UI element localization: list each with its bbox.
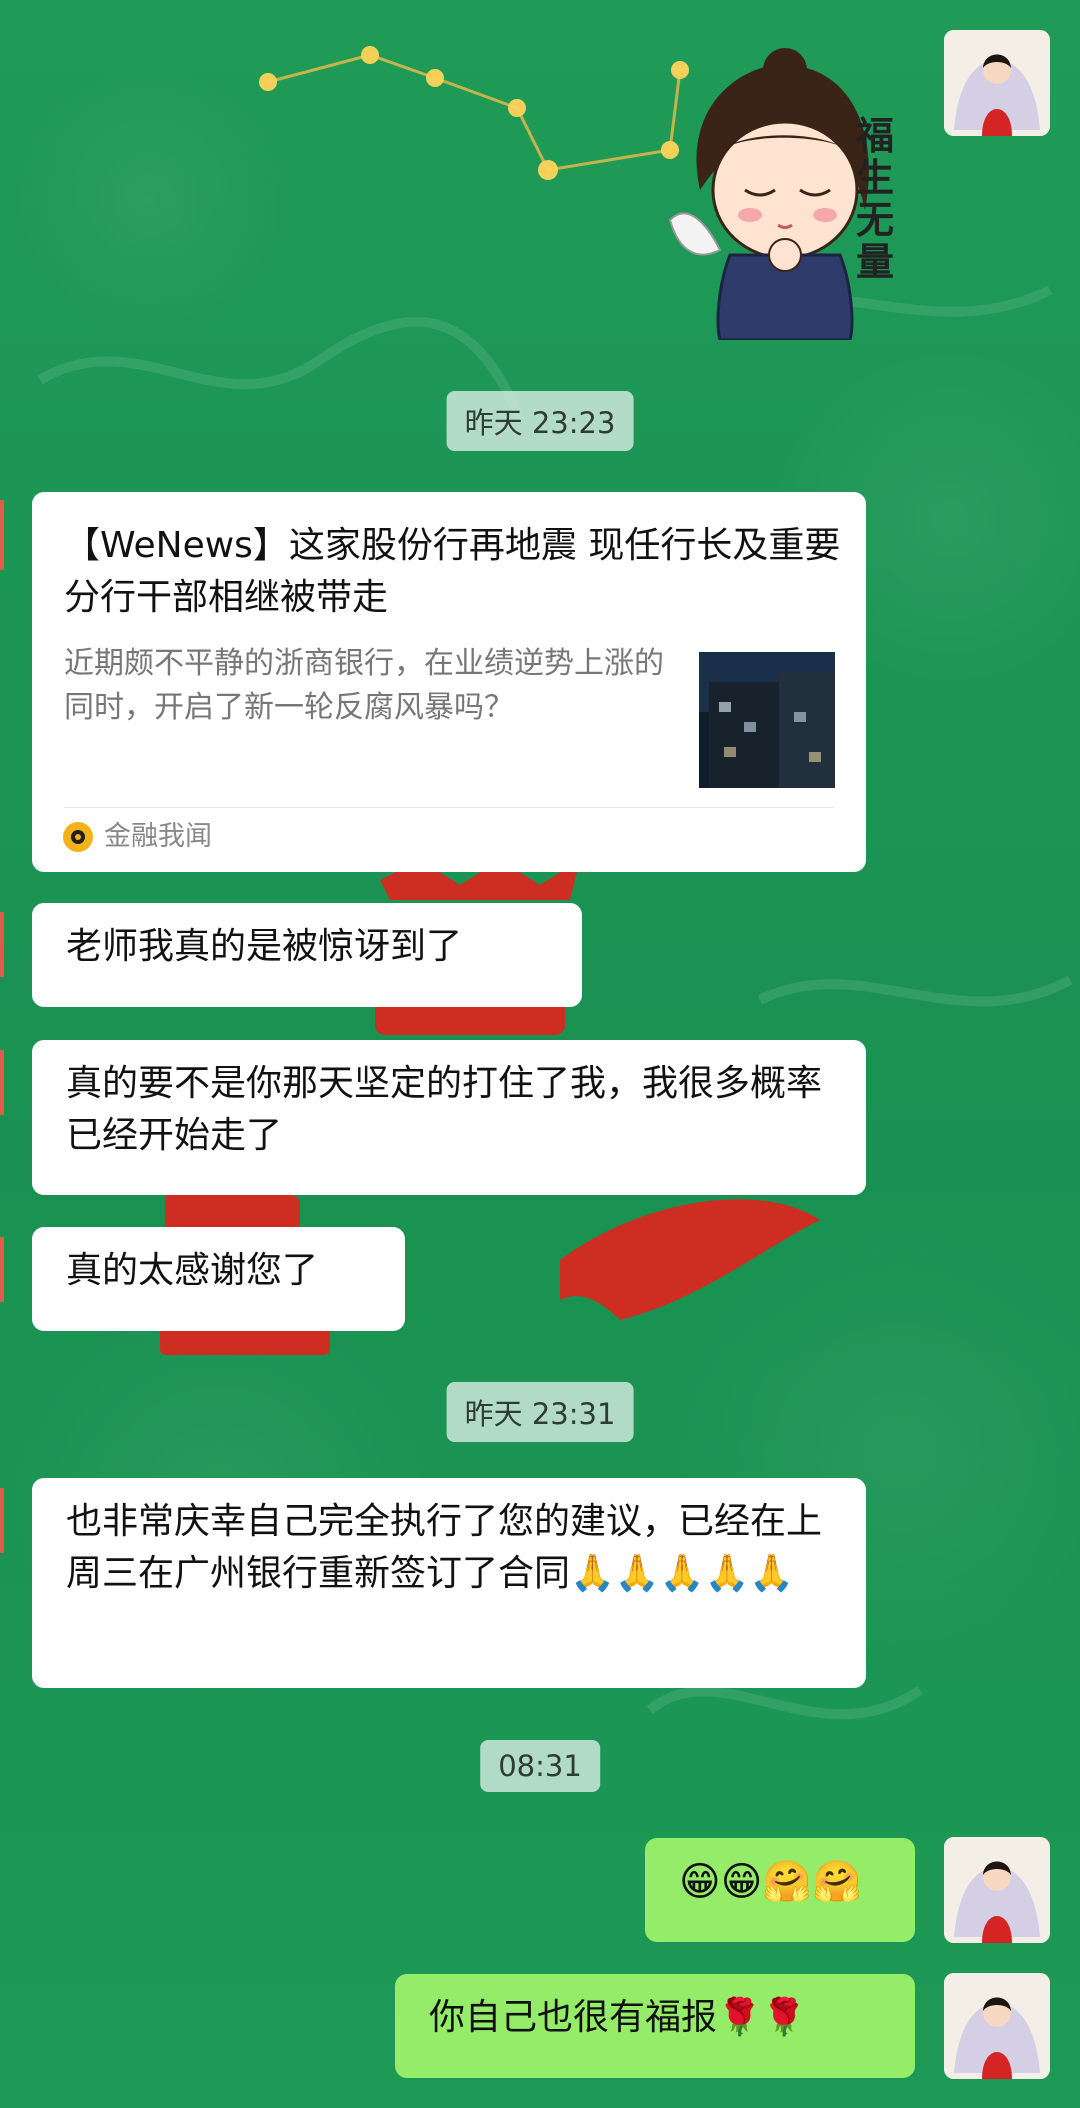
constellation-decoration bbox=[267, 53, 682, 172]
avatar-portrait-icon bbox=[944, 1973, 1050, 2079]
outgoing-message[interactable]: 😁😁🤗🤗 bbox=[645, 1838, 915, 1942]
incoming-message[interactable]: 也非常庆幸自己完全执行了您的建议，已经在上周三在广州银行重新签订了合同🙏🙏🙏🙏🙏 bbox=[32, 1478, 866, 1688]
message-text: 老师我真的是被惊讶到了 bbox=[66, 926, 463, 967]
sender-avatar-edge bbox=[0, 912, 4, 977]
article-source: 金融我闻 bbox=[104, 821, 212, 852]
sticker-caption: 福生无量 bbox=[856, 114, 895, 284]
avatar-portrait-icon bbox=[944, 1837, 1050, 1943]
message-text: 真的要不是你那天坚定的打住了我，我很多概率已经开始走了 bbox=[66, 1063, 823, 1156]
article-description: 近期颇不平静的浙商银行，在业绩逆势上涨的同时，开启了新一轮反腐风暴吗？ bbox=[64, 646, 664, 725]
article-thumbnail bbox=[699, 652, 835, 788]
article-card[interactable]: 【WeNews】这家股份行再地震 现任行长及重要分行干部相继被带走 近期颇不平静… bbox=[32, 492, 866, 872]
source-logo-icon bbox=[63, 822, 93, 852]
outgoing-message[interactable]: 你自己也很有福报🌹🌹 bbox=[395, 1974, 915, 2078]
message-text: 也非常庆幸自己完全执行了您的建议，已经在上周三在广州银行重新签订了合同🙏🙏🙏🙏🙏 bbox=[66, 1501, 823, 1594]
incoming-message[interactable]: 真的要不是你那天坚定的打住了我，我很多概率已经开始走了 bbox=[32, 1040, 866, 1195]
timestamp: 08:31 bbox=[480, 1740, 600, 1792]
incoming-message[interactable]: 真的太感谢您了 bbox=[32, 1227, 405, 1331]
my-avatar[interactable] bbox=[944, 1837, 1050, 1943]
sender-avatar-edge bbox=[0, 500, 4, 570]
sender-avatar-edge bbox=[0, 1050, 4, 1115]
divider bbox=[64, 807, 834, 808]
sender-avatar-edge bbox=[0, 1237, 4, 1302]
sticker-message[interactable]: 福生无量 bbox=[660, 40, 910, 342]
incoming-message[interactable]: 老师我真的是被惊讶到了 bbox=[32, 903, 582, 1007]
article-title: 【WeNews】这家股份行再地震 现任行长及重要分行干部相继被带走 bbox=[64, 525, 841, 618]
avatar-portrait-icon bbox=[944, 30, 1050, 136]
message-text: 你自己也很有福报🌹🌹 bbox=[429, 1997, 807, 2038]
timestamp: 昨天 23:23 bbox=[446, 391, 634, 451]
building-thumbnail-icon bbox=[699, 652, 835, 788]
timestamp: 昨天 23:31 bbox=[446, 1382, 634, 1442]
my-avatar[interactable] bbox=[944, 30, 1050, 136]
message-text: 😁😁🤗🤗 bbox=[679, 1859, 863, 1905]
message-text: 真的太感谢您了 bbox=[66, 1250, 319, 1291]
sender-avatar-edge bbox=[0, 1488, 4, 1553]
my-avatar[interactable] bbox=[944, 1973, 1050, 2079]
